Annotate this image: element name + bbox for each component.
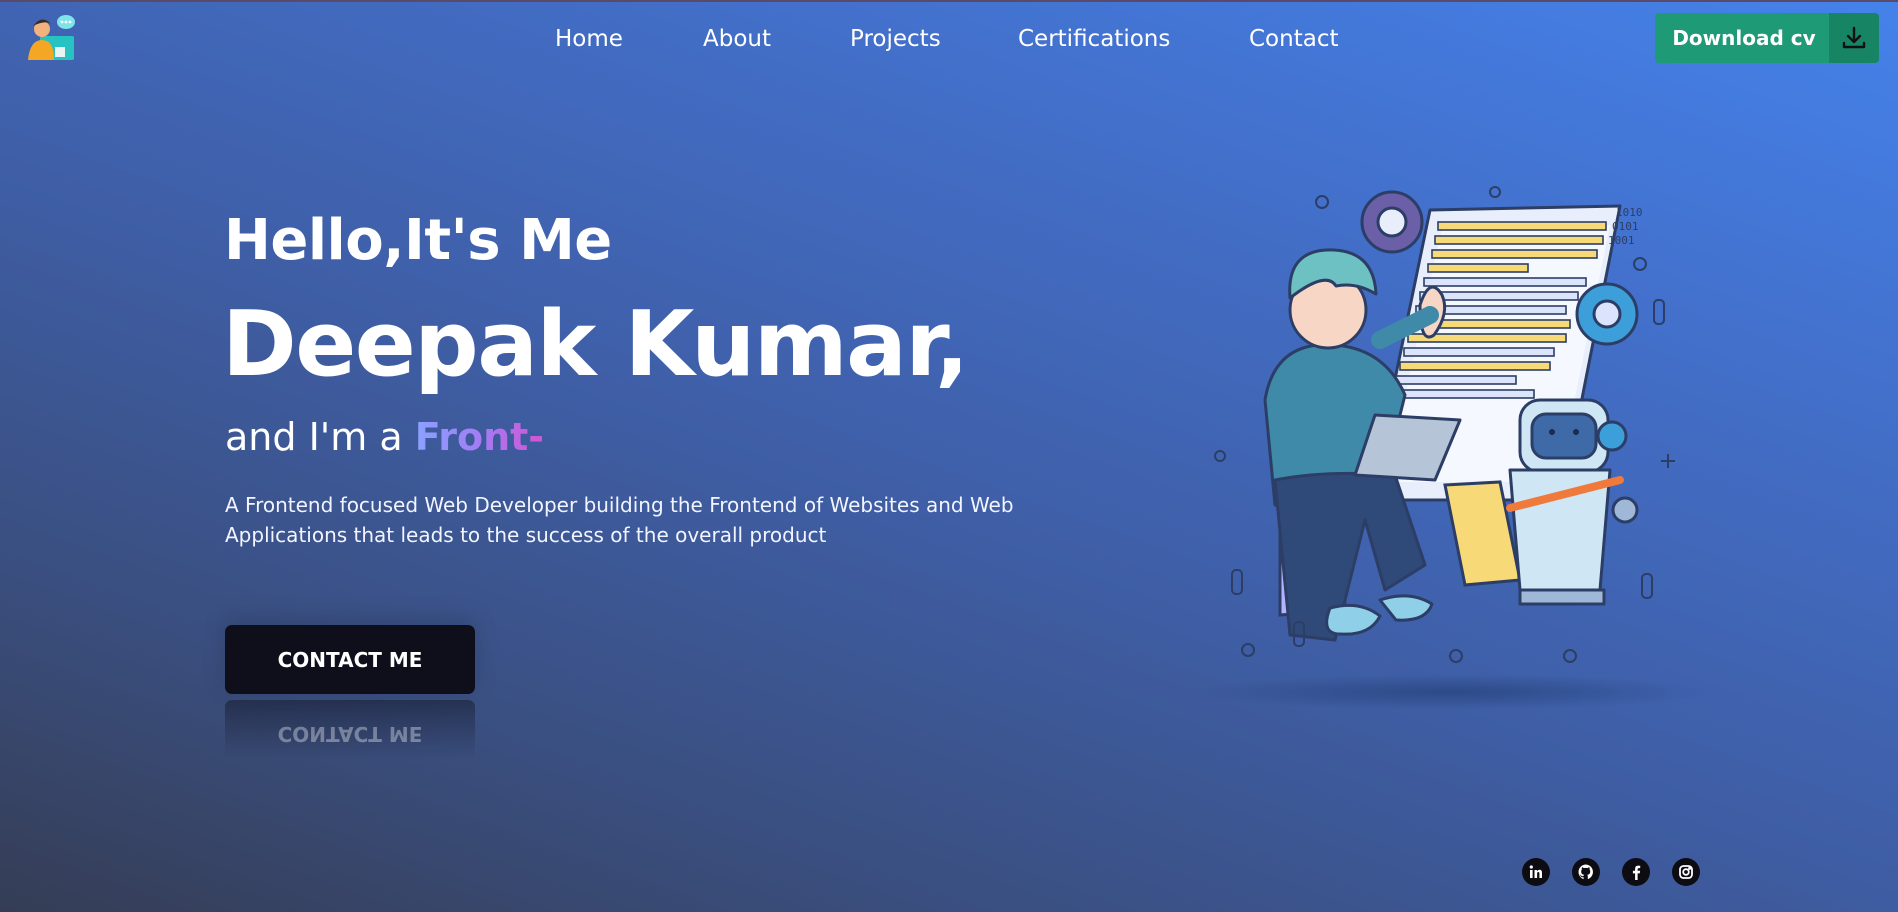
nav-contact[interactable]: Contact	[1249, 22, 1338, 56]
svg-text:0101: 0101	[1612, 220, 1639, 233]
hero-role: and I'm a Front-	[225, 415, 544, 459]
contact-me-button[interactable]: CONTACT ME	[225, 625, 475, 694]
facebook-icon[interactable]	[1622, 858, 1650, 886]
github-icon[interactable]	[1572, 858, 1600, 886]
download-cv-button[interactable]: Download cv	[1655, 13, 1879, 63]
contact-me-reflection-label: CONTACT ME	[277, 722, 423, 747]
hero-description: A Frontend focused Web Developer buildin…	[225, 493, 1014, 547]
svg-text:1010: 1010	[1616, 206, 1643, 219]
main-nav: Home About Projects Certifications Conta…	[0, 22, 1898, 56]
hero-greeting: Hello,It's Me	[224, 208, 612, 273]
download-icon	[1829, 13, 1879, 63]
hero-name: Deepak Kumar,	[222, 292, 969, 397]
nav-home[interactable]: Home	[555, 22, 623, 56]
linkedin-icon[interactable]	[1522, 858, 1550, 886]
contact-me-reflection: CONTACT ME	[225, 700, 475, 769]
developer-robot-illustration: 101001011001	[1190, 186, 1710, 710]
nav-projects[interactable]: Projects	[850, 22, 941, 56]
contact-me-label: CONTACT ME	[277, 647, 423, 672]
hero-role-word: Front-	[414, 415, 545, 459]
nav-about[interactable]: About	[703, 22, 771, 56]
instagram-icon[interactable]	[1672, 858, 1700, 886]
download-cv-label: Download cv	[1672, 26, 1816, 50]
top-border	[0, 0, 1898, 2]
svg-text:1001: 1001	[1608, 234, 1635, 247]
social-links	[1522, 858, 1700, 886]
nav-certifications[interactable]: Certifications	[1018, 22, 1170, 56]
hero-role-prefix: and I'm a	[225, 415, 403, 459]
